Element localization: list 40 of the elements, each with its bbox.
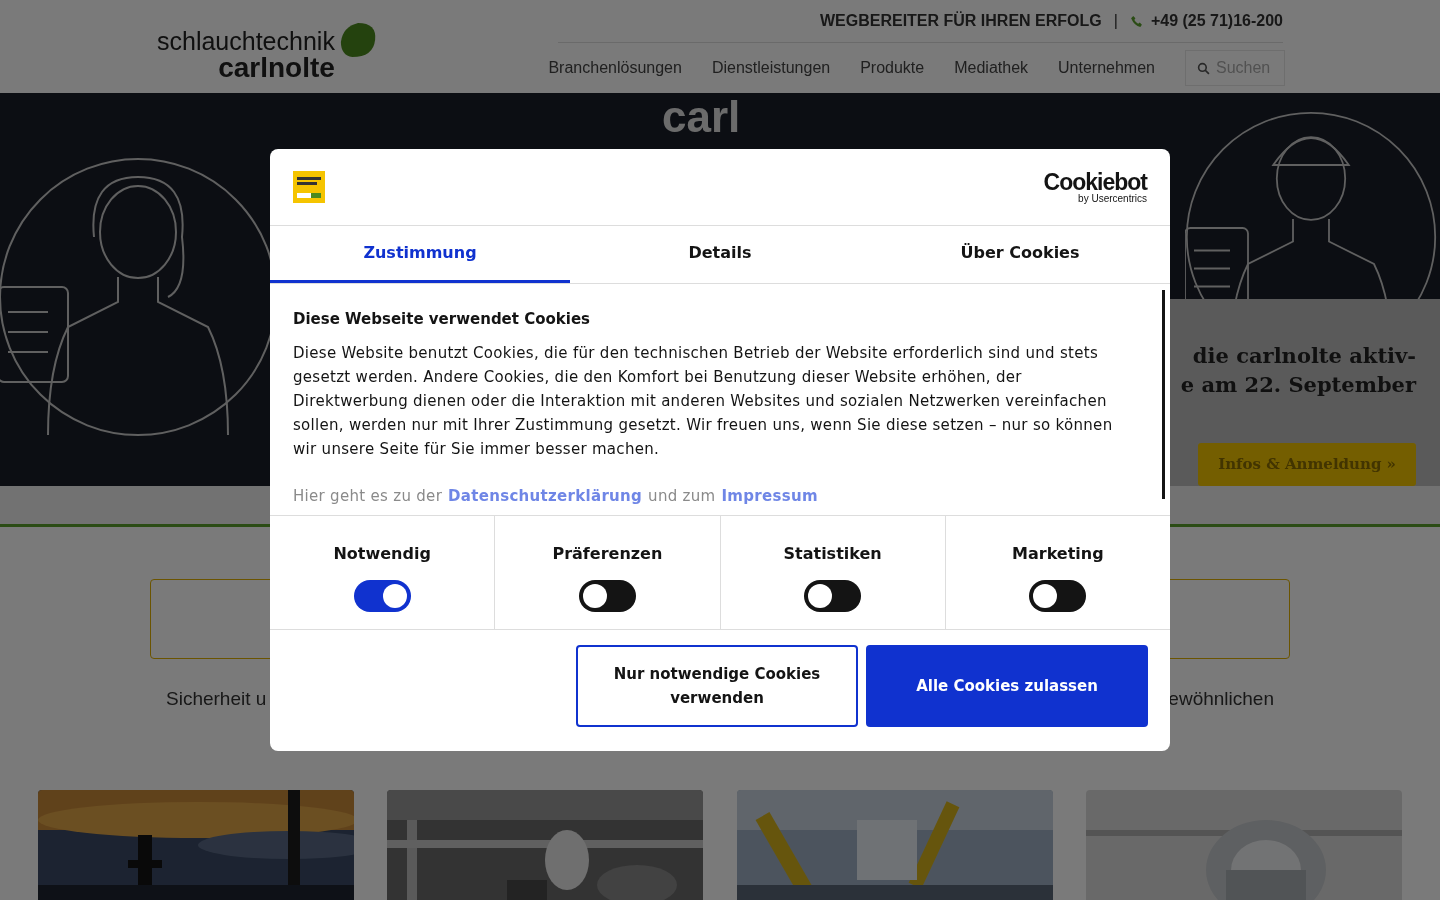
toggle-switch[interactable] bbox=[1029, 580, 1087, 612]
toggle-switch[interactable] bbox=[353, 580, 411, 612]
nav-link[interactable]: Unternehmen bbox=[1058, 55, 1155, 80]
cookie-description: Diese Website benutzt Cookies, die für den technischen Betrieb der Website erforderlich sind und stets gesetzt werden. Andere Cookies, die den Komfort bei Benutzung dieser Website erhöhen, der Direktwerbung dienen oder die Interaktion mit anderen Websites und sozialen Netzwerken vereinfachen sollen, werden nur mit Ihrer Zustimmung gesetzt. Wir freuen uns, wenn Sie diese setzen – nur so können wir unsere Seite für Sie immer besser machen. bbox=[293, 342, 1114, 460]
category-label: Marketing bbox=[1012, 543, 1104, 565]
search-icon bbox=[1197, 61, 1210, 75]
brand-logo: Cookiebot bbox=[1043, 170, 1147, 194]
links-text: und zum bbox=[648, 485, 716, 507]
dialog-tab[interactable]: Details bbox=[570, 226, 870, 283]
dialog-heading: Diese Webseite verwendet Cookies bbox=[293, 309, 592, 330]
imprint-link[interactable]: Impressum bbox=[721, 484, 818, 507]
tagline: WEGBEREITER FÜR IHREN ERFOLG bbox=[819, 10, 1102, 31]
dialog-tab[interactable]: Zustimmung bbox=[270, 226, 570, 283]
brand-subtitle: by Usercentrics bbox=[1078, 193, 1147, 204]
scrollbar[interactable] bbox=[1161, 290, 1165, 499]
category-label: Notwendig bbox=[333, 543, 431, 565]
nav-link[interactable]: Produkte bbox=[860, 55, 925, 80]
hero-headline: e am 22. September bbox=[1180, 371, 1416, 399]
hero-headline: die carlnolte aktiv- bbox=[1192, 342, 1416, 370]
consent-button[interactable]: Nur notwendige Cookies verwenden bbox=[576, 645, 858, 727]
phone-icon bbox=[1129, 14, 1143, 28]
links-text: Hier geht es zu der bbox=[293, 485, 443, 507]
category-label: Statistiken bbox=[783, 543, 882, 565]
toggle-switch[interactable] bbox=[578, 580, 636, 612]
nav-link[interactable]: Dienstleistungen bbox=[711, 55, 831, 80]
logo-text: schlauchtechnik bbox=[157, 28, 335, 54]
toggle-switch[interactable] bbox=[804, 580, 862, 612]
category-label: Präferenzen bbox=[552, 543, 663, 565]
dialog-tab[interactable]: Über Cookies bbox=[870, 226, 1170, 283]
logo-text: carlnolte bbox=[218, 53, 335, 82]
consent-button[interactable]: Alle Cookies zulassen bbox=[866, 645, 1148, 727]
phone-link[interactable]: +49 (25 71)16-200 bbox=[1150, 9, 1283, 33]
nav-link[interactable]: Mediathek bbox=[954, 55, 1029, 80]
company-logo-icon bbox=[293, 171, 325, 203]
intro-text: ewöhnlichen bbox=[1168, 687, 1274, 711]
privacy-link[interactable]: Datenschutzerklärung bbox=[448, 484, 643, 507]
intro-text: Sicherheit u bbox=[166, 687, 267, 711]
nav-link[interactable]: Branchenlösungen bbox=[548, 55, 682, 80]
hero-logo-text: carl bbox=[662, 95, 741, 139]
separator: | bbox=[1113, 11, 1118, 31]
